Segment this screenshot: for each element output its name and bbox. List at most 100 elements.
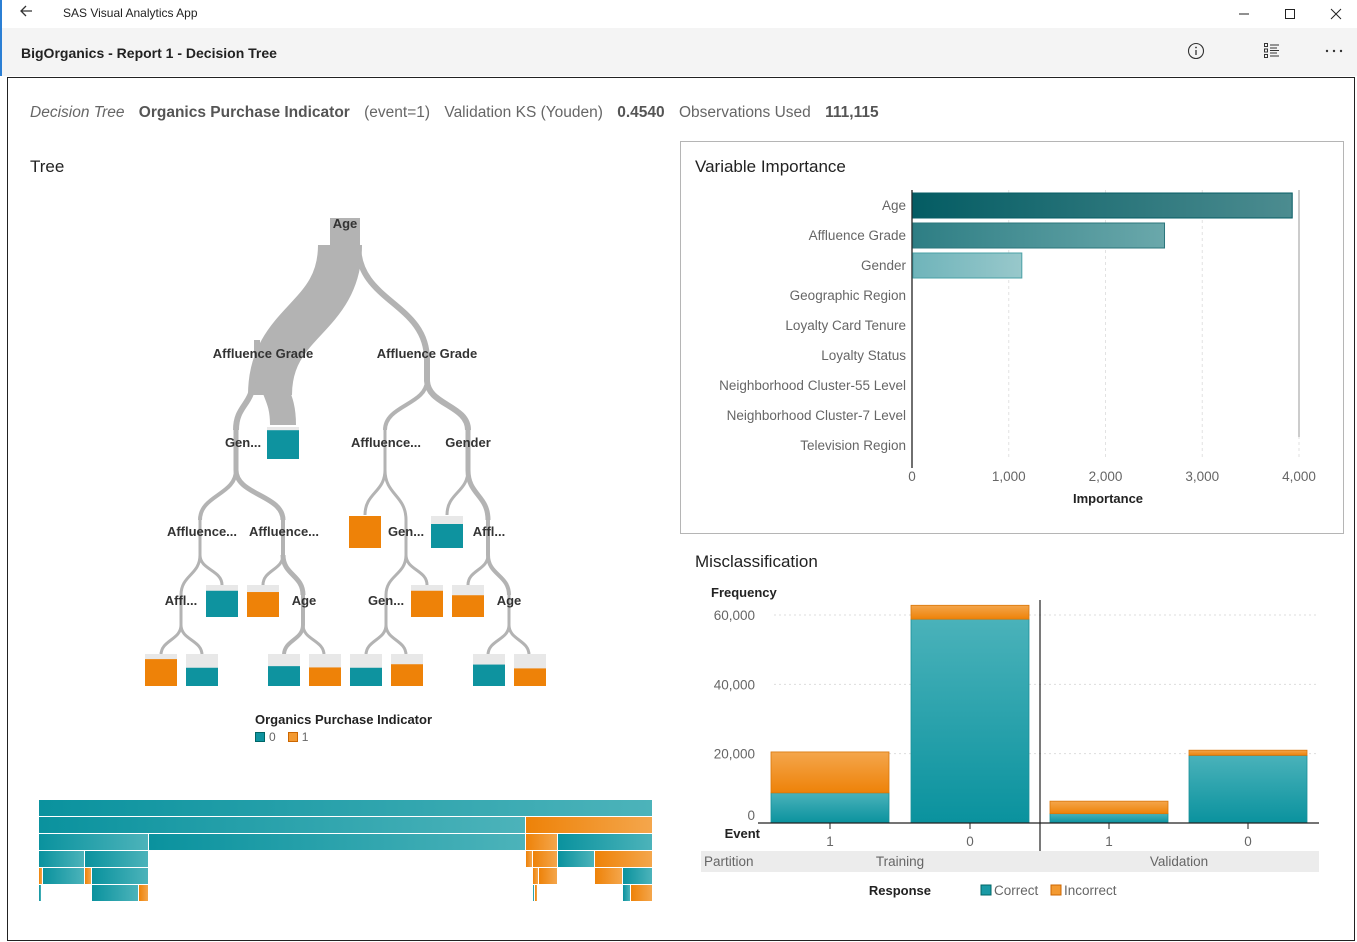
- tree-split-label[interactable]: Gen...: [225, 435, 261, 450]
- vi-tick-label: 2,000: [1089, 469, 1123, 484]
- tree-split-label[interactable]: Age: [497, 593, 522, 608]
- tree-leaf-node[interactable]: [350, 654, 382, 686]
- mc-bar-incorrect[interactable]: [1049, 800, 1169, 815]
- mc-event-label: 0: [1244, 834, 1252, 849]
- close-button[interactable]: [1313, 0, 1357, 28]
- minimize-button[interactable]: [1221, 0, 1267, 28]
- tree-branch: [282, 624, 305, 656]
- tree-branch: [198, 554, 224, 586]
- mc-bar-incorrect[interactable]: [1188, 749, 1308, 756]
- tree-split-label[interactable]: Affluence Grade: [213, 346, 313, 361]
- tree-overview-icicle[interactable]: [38, 798, 653, 904]
- tree-split-label[interactable]: Gen...: [388, 524, 424, 539]
- icicle-node[interactable]: [139, 885, 148, 901]
- icicle-node[interactable]: [533, 885, 534, 901]
- tree-branch: [363, 469, 387, 516]
- icicle-node[interactable]: [39, 800, 652, 816]
- vi-bar[interactable]: [912, 222, 1166, 249]
- tree-split-label[interactable]: Affl...: [473, 524, 506, 539]
- tree-branch: [280, 554, 306, 596]
- icicle-node[interactable]: [539, 868, 557, 884]
- tree-split-label[interactable]: Affluence Grade: [377, 346, 477, 361]
- tree-split-label[interactable]: Gender: [445, 435, 491, 450]
- icicle-node[interactable]: [43, 868, 84, 884]
- icicle-node[interactable]: [39, 834, 148, 850]
- tree-branch: [179, 624, 204, 656]
- tree-split-label[interactable]: Affl...: [165, 593, 198, 608]
- tree-split-label[interactable]: Age: [333, 216, 358, 231]
- legend-swatch-0: [255, 732, 265, 742]
- icicle-node[interactable]: [92, 868, 148, 884]
- tree-leaf-node[interactable]: [186, 654, 218, 686]
- icicle-node[interactable]: [85, 851, 148, 867]
- tree-leaf-node[interactable]: [206, 585, 238, 617]
- tree-leaf-node[interactable]: [411, 585, 443, 617]
- tree-leaf-node[interactable]: [309, 654, 341, 686]
- icicle-node[interactable]: [595, 868, 622, 884]
- leaf-fill: [267, 430, 299, 459]
- more-button[interactable]: [1319, 38, 1349, 64]
- icicle-node[interactable]: [623, 885, 630, 901]
- icicle-node[interactable]: [595, 851, 652, 867]
- mc-bar-correct[interactable]: [1049, 813, 1169, 824]
- icicle-node[interactable]: [526, 851, 532, 867]
- vi-tick-label: 0: [908, 469, 916, 484]
- tree-leaf-node[interactable]: [452, 585, 484, 617]
- icicle-node[interactable]: [631, 885, 652, 901]
- tree-leaf-node[interactable]: [514, 654, 546, 686]
- tree-split-label[interactable]: Gen...: [368, 593, 404, 608]
- tree-branch: [486, 624, 511, 656]
- tree-leaf-node[interactable]: [349, 516, 381, 548]
- mc-bar-correct[interactable]: [1188, 754, 1308, 824]
- model-type: Decision Tree: [30, 104, 125, 121]
- mc-partition-name: Validation: [1150, 854, 1208, 869]
- icicle-node[interactable]: [526, 817, 652, 833]
- icicle-node[interactable]: [39, 885, 41, 901]
- tree-branch: [404, 554, 429, 586]
- icicle-node[interactable]: [558, 834, 652, 850]
- leaf-fill: [514, 668, 546, 686]
- icicle-node[interactable]: [39, 817, 525, 833]
- back-button[interactable]: [18, 3, 34, 24]
- tree-split-label[interactable]: Affluence...: [249, 524, 319, 539]
- mc-event-label: 1: [826, 834, 834, 849]
- tree-split-label[interactable]: Affluence...: [167, 524, 237, 539]
- tree-leaf-node[interactable]: [247, 585, 279, 617]
- icicle-node[interactable]: [85, 868, 91, 884]
- vi-bar[interactable]: [912, 252, 1023, 279]
- maximize-icon: [1285, 9, 1295, 19]
- tree-leaf-node[interactable]: [268, 654, 300, 686]
- mc-bar-incorrect[interactable]: [910, 604, 1030, 620]
- mc-bar-correct[interactable]: [770, 792, 890, 824]
- app-title: SAS Visual Analytics App: [63, 6, 198, 20]
- icicle-node[interactable]: [39, 851, 84, 867]
- tree-split-label[interactable]: Affluence...: [351, 435, 421, 450]
- icicle-node[interactable]: [149, 834, 525, 850]
- details-list-button[interactable]: [1257, 38, 1287, 64]
- tree-leaf-node[interactable]: [145, 654, 177, 686]
- variable-importance-chart[interactable]: Age Affluence Grade Gender Geographic Regio…: [690, 185, 1340, 515]
- icicle-node[interactable]: [533, 868, 538, 884]
- info-button[interactable]: [1181, 38, 1211, 64]
- icicle-node[interactable]: [92, 885, 138, 901]
- tree-leaf-node[interactable]: [431, 516, 463, 548]
- mc-bar-incorrect[interactable]: [770, 751, 890, 794]
- icicle-node[interactable]: [39, 868, 42, 884]
- maximize-button[interactable]: [1267, 0, 1313, 28]
- vi-bar[interactable]: [912, 192, 1293, 219]
- tree-leaf-node[interactable]: [473, 654, 505, 686]
- icicle-node[interactable]: [526, 834, 557, 850]
- vi-category-label: Gender: [861, 258, 907, 273]
- icicle-node[interactable]: [558, 851, 594, 867]
- mc-bar-correct[interactable]: [910, 618, 1030, 824]
- icicle-node[interactable]: [623, 868, 652, 884]
- tree-leaf-node[interactable]: [391, 654, 423, 686]
- tree-split-label[interactable]: Age: [292, 593, 317, 608]
- misclassification-chart[interactable]: Frequency 020,00040,00060,0001 0 1 0 Event …: [690, 580, 1340, 910]
- icicle-node[interactable]: [533, 851, 557, 867]
- mc-tick-label: 20,000: [714, 747, 755, 762]
- icicle-node[interactable]: [535, 885, 537, 901]
- tree-branch: [424, 379, 471, 431]
- decision-tree[interactable]: Age Affluence Grade Affluence Grade Gen... A…: [0, 190, 670, 760]
- tree-leaf-node[interactable]: [267, 427, 299, 459]
